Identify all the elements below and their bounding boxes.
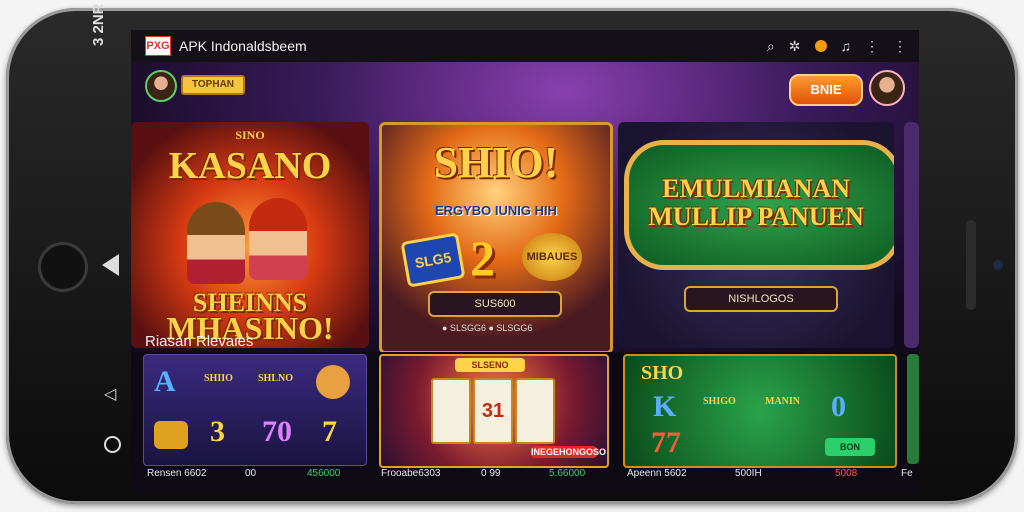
back-icon[interactable]: ◁ bbox=[104, 384, 116, 404]
big-number: 2 bbox=[470, 230, 495, 286]
search-icon[interactable]: ⌕ bbox=[767, 38, 775, 55]
screen: PXG APK Indonaldsbeem ⌕ ✲ ♫ ⋮ ⋮ TOPHAN B… bbox=[131, 30, 919, 493]
card-play-button[interactable]: SUS600 bbox=[428, 291, 562, 317]
tile-label: Apeenn 5602 bbox=[627, 468, 687, 479]
game-tile[interactable]: SHO K SHIGO MANIN 0 77 BON bbox=[623, 354, 897, 468]
slot-symbol: MANIN bbox=[765, 396, 800, 407]
game-sign: SLSENO bbox=[455, 358, 525, 372]
slot-symbol: 7 bbox=[322, 415, 337, 448]
phone-frame: 3 2NR ◁ PXG APK Indonaldsbeem ⌕ ✲ ♫ ⋮ ⋮ … bbox=[6, 3, 1018, 504]
card-subtitle: ERGYBO IUNIG HIH bbox=[434, 203, 558, 218]
slot-symbol: A bbox=[154, 365, 176, 398]
slot-symbol: SHIIO bbox=[204, 373, 233, 384]
slot-symbol: 0 bbox=[831, 390, 846, 423]
slot-symbol: 3 bbox=[210, 415, 225, 448]
settings-icon[interactable]: ✲ bbox=[789, 38, 801, 55]
app-bar: PXG APK Indonaldsbeem ⌕ ✲ ♫ ⋮ ⋮ bbox=[131, 30, 919, 62]
slot-symbol: SHIGO bbox=[703, 396, 736, 407]
featured-card-partial[interactable] bbox=[904, 122, 919, 348]
profile-avatar[interactable] bbox=[869, 70, 905, 106]
more-vert-icon[interactable]: ⋮ bbox=[865, 38, 879, 55]
featured-card-mulmianan[interactable]: EMULMIANAN MULLIP PANUEN NISHLOGOS bbox=[618, 122, 894, 348]
slot-symbol: SHO bbox=[641, 362, 684, 384]
card-title: MULLIP PANUEN bbox=[648, 202, 864, 231]
coin-icon[interactable] bbox=[814, 40, 827, 52]
featured-card-shio[interactable]: SHIO! ERGYBO IUNIG HIH SLG5 2 MIBAUES SU… bbox=[379, 122, 613, 354]
games-strip: A SHIIO SHLNO 3 70 7 SLSENO 31 INEGEHONG… bbox=[131, 352, 919, 493]
slot-symbol: K bbox=[653, 390, 677, 423]
user-avatar[interactable] bbox=[145, 70, 177, 102]
tile-meta: 500IH bbox=[735, 468, 762, 479]
character-image bbox=[187, 202, 245, 284]
card-meta: ● SLSGG6 ● SLSGG6 bbox=[442, 323, 533, 333]
game-badge: INEGEHONGOSO bbox=[531, 446, 607, 458]
app-logo: PXG bbox=[145, 36, 171, 56]
tile-label: Fe bbox=[901, 468, 913, 479]
reel: 31 bbox=[473, 378, 513, 444]
tile-value: 5.66000 bbox=[549, 468, 586, 479]
tile-label: Rensen 6602 bbox=[147, 468, 207, 479]
featured-area: TOPHAN BNIE SINO KASANO SHEINNS MHASINO!… bbox=[131, 62, 919, 354]
card-title: SHIO! bbox=[433, 138, 559, 187]
more-vert-icon[interactable]: ⋮ bbox=[893, 38, 907, 55]
card-title: EMULMIANAN bbox=[662, 174, 850, 203]
tile-value: 5008 bbox=[835, 468, 858, 479]
slot-badge: SLG5 bbox=[400, 232, 466, 288]
character-image bbox=[249, 198, 307, 280]
slot-symbol bbox=[316, 365, 350, 399]
back-triangle-icon[interactable] bbox=[102, 254, 119, 276]
speaker-grille bbox=[966, 220, 976, 310]
carrier-label: 3 2NR bbox=[90, 3, 107, 46]
app-title: APK Indonaldsbeem bbox=[179, 38, 307, 54]
featured-card-kasano[interactable]: SINO KASANO SHEINNS MHASINO! bbox=[131, 122, 369, 348]
card-title: KASANO bbox=[168, 145, 332, 187]
gold-badge[interactable]: TOPHAN bbox=[181, 75, 245, 95]
tile-label: Frooabe6303 bbox=[381, 468, 441, 479]
slot-symbol bbox=[154, 421, 188, 449]
card-small-title: SINO bbox=[235, 128, 265, 142]
coin-badge: MIBAUES bbox=[522, 233, 582, 281]
tile-meta: 0 99 bbox=[481, 468, 501, 479]
game-tile-partial[interactable] bbox=[907, 354, 919, 464]
game-tile[interactable]: A SHIIO SHLNO 3 70 7 bbox=[143, 354, 367, 466]
reel bbox=[515, 378, 555, 444]
tile-meta: 00 bbox=[245, 468, 257, 479]
play-button[interactable]: BON bbox=[825, 438, 875, 456]
slot-symbol: 77 bbox=[651, 426, 681, 459]
section-title: Riasan Rlevaies bbox=[145, 333, 254, 350]
home-circle-icon[interactable] bbox=[104, 436, 121, 453]
cta-button[interactable]: BNIE bbox=[789, 74, 863, 106]
slot-symbol: SHLNO bbox=[258, 373, 294, 384]
game-tile[interactable]: SLSENO 31 INEGEHONGOSO bbox=[379, 354, 609, 468]
slot-symbol: 70 bbox=[262, 415, 292, 448]
bell-icon[interactable]: ♫ bbox=[841, 38, 852, 54]
reel bbox=[431, 378, 471, 444]
tile-value: 456000 bbox=[307, 468, 341, 479]
sensor bbox=[993, 260, 1003, 270]
card-play-button[interactable]: NISHLOGOS bbox=[684, 286, 838, 312]
home-button[interactable] bbox=[38, 242, 88, 292]
